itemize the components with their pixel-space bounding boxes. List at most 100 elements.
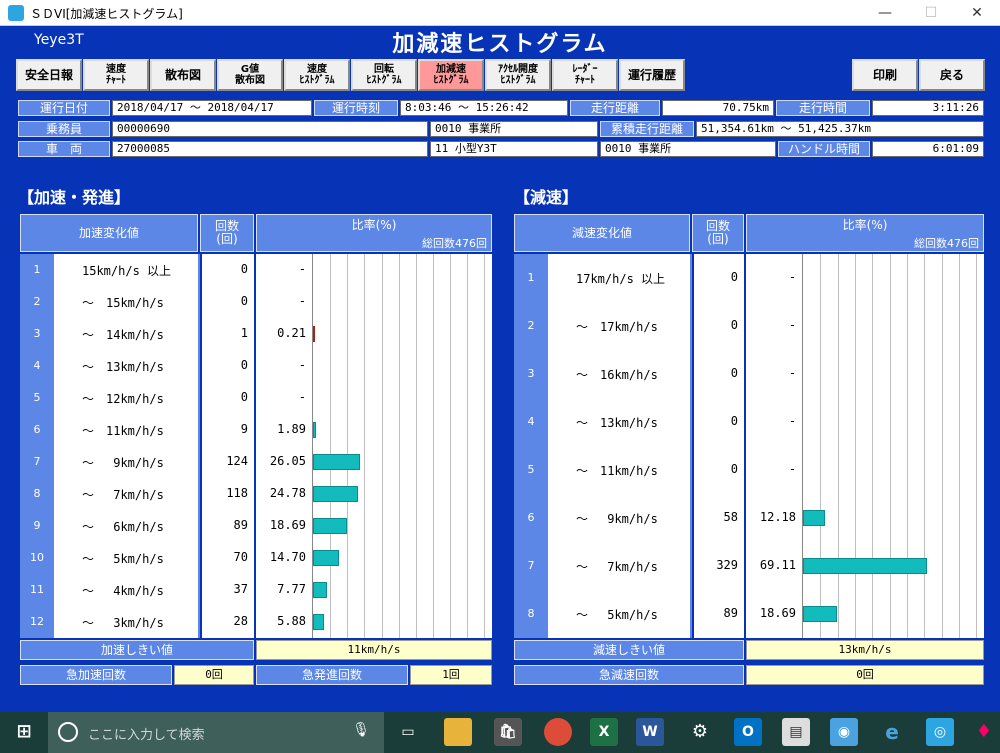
accel-row-label: 15km/h/s 以上 bbox=[82, 264, 172, 278]
accel-row-label: ～ 12km/h/s bbox=[82, 392, 164, 406]
sudden-accel-value: 0回 bbox=[174, 665, 254, 685]
decel-row-label: ～ 5km/h/s bbox=[576, 608, 658, 622]
decel-grid-line bbox=[942, 254, 943, 638]
drive-time-value: 3:11:26 bbox=[872, 100, 984, 116]
document-icon[interactable]: ▤ bbox=[782, 718, 810, 746]
accel-row-count: 37 bbox=[233, 582, 248, 596]
accel-ratio-header-label: 比率(%) bbox=[351, 218, 397, 232]
decel-row-count: 58 bbox=[723, 510, 738, 524]
drive-time-label: 走行時間 bbox=[776, 100, 870, 116]
accel-ratio-column: - - 0.21 - - 1.89 26.05 24.78 18.69 14.70 7.77 5.88 bbox=[256, 254, 312, 638]
decel-grid-line bbox=[959, 254, 960, 638]
accel-row-label: ～ 15km/h/s bbox=[82, 296, 164, 310]
accel-section-title: 【加速・発進】 bbox=[18, 188, 131, 207]
accel-grid-line bbox=[416, 254, 417, 638]
accel-row-label: ～ 14km/h/s bbox=[82, 328, 164, 342]
rotation-histogram-button[interactable]: 回転 ﾋｽﾄｸﾞﾗﾑ bbox=[351, 59, 417, 91]
edge-icon[interactable]: e bbox=[878, 718, 906, 746]
sdvi-icon[interactable]: ◎ bbox=[926, 718, 954, 746]
decel-row-ratio: 69.11 bbox=[759, 558, 796, 572]
accel-bar bbox=[313, 614, 324, 630]
vehicle-label: 車 両 bbox=[18, 141, 110, 157]
file-explorer-icon[interactable] bbox=[444, 718, 472, 746]
decel-row-ratio: - bbox=[788, 414, 796, 428]
radar-chart-button[interactable]: ﾚｰﾀﾞｰ ﾁｬｰﾄ bbox=[552, 59, 618, 91]
accel-row-ratio: 24.78 bbox=[269, 486, 306, 500]
handle-time-label: ハンドル時間 bbox=[778, 141, 870, 157]
accel-count-column: 0 0 1 0 0 9 124 118 89 70 37 28 bbox=[202, 254, 254, 638]
decel-ratio-column: - - - - - 12.18 69.11 18.69 bbox=[746, 254, 802, 638]
speed-chart-button[interactable]: 速度 ﾁｬｰﾄ bbox=[83, 59, 149, 91]
accel-row-number: 1 bbox=[33, 263, 41, 276]
accel-threshold-value: 11km/h/s bbox=[256, 640, 492, 660]
accel-row-ratio: - bbox=[298, 294, 306, 308]
page-title: 加減速ヒストグラム bbox=[392, 32, 608, 57]
word-icon[interactable]: W bbox=[636, 718, 664, 746]
decel-grid-line bbox=[907, 254, 908, 638]
accel-row-number: 9 bbox=[33, 519, 41, 532]
accel-pedal-histogram-button[interactable]: ｱｸｾﾙ開度 ﾋｽﾄｸﾞﾗﾑ bbox=[485, 59, 551, 91]
print-button[interactable]: 印刷 bbox=[852, 59, 918, 91]
accel-row-count: 1 bbox=[240, 326, 248, 340]
crew-value: 00000690 bbox=[112, 121, 428, 137]
accel-row-label: ～ 5km/h/s bbox=[82, 552, 164, 566]
run-time-value: 8:03:46 ～ 15:26:42 bbox=[400, 100, 568, 116]
accel-histogram-button[interactable]: 加減速 ﾋｽﾄｸﾞﾗﾑ bbox=[418, 59, 484, 91]
back-button[interactable]: 戻る bbox=[919, 59, 985, 91]
decel-threshold-value: 13km/h/s bbox=[746, 640, 984, 660]
distance-value: 70.75km bbox=[662, 100, 774, 116]
app-icon bbox=[8, 5, 24, 21]
minimize-button[interactable]: — bbox=[862, 0, 908, 26]
paint-icon[interactable]: ♦ bbox=[970, 718, 998, 746]
safety-report-button[interactable]: 安全日報 bbox=[16, 59, 82, 91]
accel-row-ratio: 1.89 bbox=[277, 422, 306, 436]
decel-row-number: 1 bbox=[527, 271, 535, 284]
accel-bar bbox=[313, 454, 360, 470]
decel-grid-line bbox=[855, 254, 856, 638]
accel-row-number: 10 bbox=[30, 551, 44, 564]
accel-row-ratio: 0.21 bbox=[277, 326, 306, 340]
decel-row-label: ～ 7km/h/s bbox=[576, 560, 658, 574]
run-time-label: 運行時刻 bbox=[314, 100, 398, 116]
microphone-icon[interactable]: 🎙 bbox=[352, 722, 370, 738]
scatter-button[interactable]: 散布図 bbox=[150, 59, 216, 91]
task-view-icon[interactable]: ▭ bbox=[394, 718, 422, 746]
g-scatter-button[interactable]: G値 散布図 bbox=[217, 59, 283, 91]
speed-histogram-button[interactable]: 速度 ﾋｽﾄｸﾞﾗﾑ bbox=[284, 59, 350, 91]
taskbar-search[interactable]: ここに入力して検索 🎙 bbox=[48, 712, 384, 753]
vehicle-office: 0010 事業所 bbox=[600, 141, 776, 157]
accel-row-number: 2 bbox=[33, 295, 41, 308]
decel-row-count: 329 bbox=[716, 558, 738, 572]
accel-row-ratio: 7.77 bbox=[277, 582, 306, 596]
close-button[interactable]: ✕ bbox=[954, 0, 1000, 26]
settings-icon[interactable]: ⚙ bbox=[686, 718, 714, 746]
accel-row-label: ～ 9km/h/s bbox=[82, 456, 164, 470]
store-icon[interactable]: 🛍 bbox=[494, 718, 522, 746]
accel-count-header: 回数 (回) bbox=[200, 214, 254, 252]
accel-grid-line bbox=[433, 254, 434, 638]
maximize-button[interactable]: ☐ bbox=[908, 0, 954, 26]
accel-row-number: 12 bbox=[30, 615, 44, 628]
decel-row-count: 0 bbox=[730, 270, 738, 284]
accel-total-count: 総回数476回 bbox=[422, 237, 487, 250]
excel-icon[interactable]: X bbox=[590, 718, 618, 746]
app-icon-blue[interactable]: ◉ bbox=[830, 718, 858, 746]
decel-threshold-label: 減速しきい値 bbox=[514, 640, 744, 660]
accel-row-number: 4 bbox=[33, 359, 41, 372]
decel-grid-line bbox=[890, 254, 891, 638]
decel-ratio-header-label: 比率(%) bbox=[842, 218, 888, 232]
decel-row-count: 0 bbox=[730, 366, 738, 380]
run-history-button[interactable]: 運行履歴 bbox=[619, 59, 685, 91]
accel-row-ratio: - bbox=[298, 390, 306, 404]
decel-ratio-header: 比率(%) 総回数476回 bbox=[746, 214, 984, 252]
decel-row-number: 3 bbox=[527, 367, 535, 380]
accel-row-number: 5 bbox=[33, 391, 41, 404]
chrome-icon[interactable] bbox=[544, 718, 572, 746]
decel-row-number: 7 bbox=[527, 559, 535, 572]
accel-row-ratio: 14.70 bbox=[269, 550, 306, 564]
windows-icon[interactable]: ⊞ bbox=[10, 718, 38, 746]
outlook-icon[interactable]: O bbox=[734, 718, 762, 746]
crew-label: 乗務員 bbox=[18, 121, 110, 137]
run-date-value: 2018/04/17 ～ 2018/04/17 bbox=[112, 100, 312, 116]
sudden-start-value: 1回 bbox=[410, 665, 492, 685]
